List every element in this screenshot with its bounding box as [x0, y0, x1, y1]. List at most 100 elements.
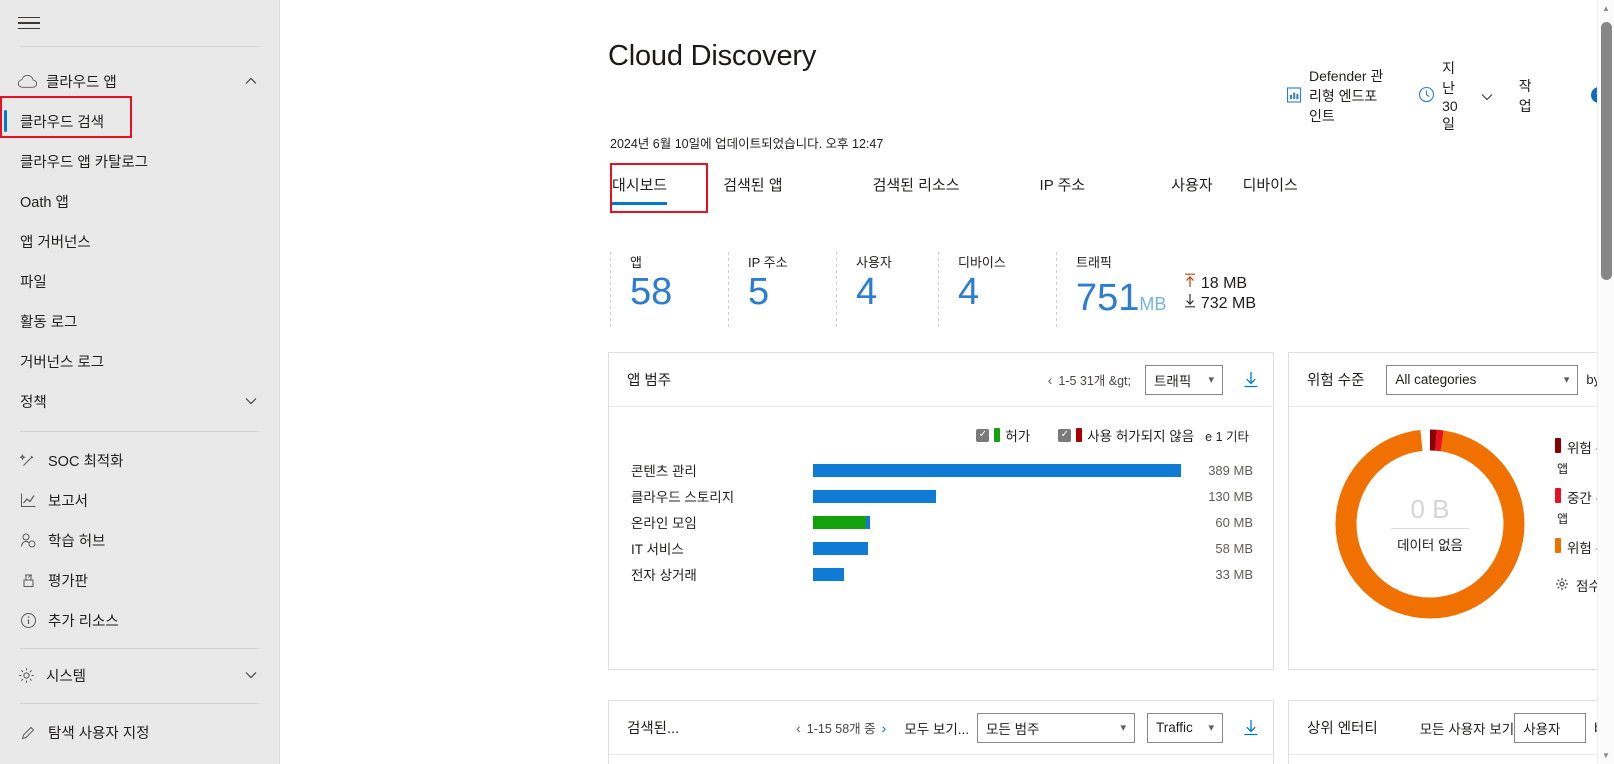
- sidebar-item-more-resources[interactable]: 추가 리소스: [0, 600, 279, 640]
- sidebar-item-reports[interactable]: 보고서: [0, 480, 279, 520]
- tab-ip-addresses[interactable]: IP 주소: [1038, 170, 1088, 205]
- bar-category-label: 전자 상거래: [631, 564, 813, 584]
- discovered-apps-title: 검색된...: [627, 717, 679, 738]
- bar-track: [813, 542, 1181, 555]
- kpi-value: 4: [958, 273, 1056, 313]
- cloud-icon: [18, 75, 44, 88]
- top-entities-view-all-label[interactable]: 모든 사용자 보기: [1420, 718, 1514, 738]
- sidebar-item-soc-optimization[interactable]: SOC 최적화: [0, 440, 279, 480]
- tab-label: IP 주소: [1040, 177, 1086, 194]
- info-circle-icon: [20, 612, 48, 629]
- sidebar-item-app-governance[interactable]: 앱 거버넌스: [0, 221, 279, 261]
- sidebar-item-trials[interactable]: 평가판: [0, 560, 279, 600]
- chevron-left-icon[interactable]: ‹: [796, 720, 801, 736]
- tab-label: 대시보드: [612, 177, 667, 194]
- traffic-download-value: 732 MB: [1201, 295, 1256, 312]
- app-categories-pagination: ‹ 1-5 31개 &gt;: [1048, 370, 1131, 389]
- tab-devices[interactable]: 디바이스: [1241, 170, 1300, 205]
- legend-item-permitted[interactable]: ✓ 허가: [976, 425, 1030, 445]
- checkbox-icon[interactable]: ✓: [1058, 429, 1071, 442]
- risk-donut-area: 0 B 데이터 없음 위험 수준이 높은 트래픽 앱 중간 위험의 트래픽: [1289, 407, 1614, 627]
- kpi-unit: MB: [1139, 294, 1166, 314]
- triangle-up-icon[interactable]: ▲: [1598, 0, 1614, 17]
- sidebar-group-policies[interactable]: 정책: [0, 381, 279, 421]
- bar-track: [813, 490, 1181, 503]
- wand-icon: [20, 452, 48, 469]
- discovered-metric-select[interactable]: Traffic ▾: [1147, 713, 1223, 743]
- tab-discovered-apps[interactable]: 검색된 앱: [721, 170, 784, 205]
- app-categories-download-button[interactable]: [1237, 371, 1259, 388]
- sidebar-item-activity-log[interactable]: 활동 로그: [0, 301, 279, 341]
- legend-swatch: [1555, 538, 1561, 553]
- donut-center-value: 0 B: [1327, 494, 1533, 525]
- chevron-down-icon[interactable]: [245, 671, 257, 679]
- top-entities-title: 상위 엔터티: [1307, 717, 1378, 738]
- kpi-label: 사용자: [856, 252, 938, 271]
- category-select-value: All categories: [1395, 372, 1476, 387]
- actions-button[interactable]: 작업: [1513, 72, 1538, 120]
- discovered-download-button[interactable]: [1237, 719, 1259, 736]
- sidebar-item-customize-navigation[interactable]: 탐색 사용자 지정: [0, 712, 279, 752]
- defender-endpoint-label: Defender 관리형 엔드포인트: [1309, 66, 1385, 126]
- kpi-apps: 앱 58: [610, 252, 728, 330]
- top-entities-entity-select[interactable]: 사용자: [1514, 713, 1586, 743]
- scrollbar-thumb[interactable]: [1601, 22, 1612, 280]
- time-range-button[interactable]: 지난 30일: [1412, 54, 1499, 138]
- kpi-traffic: 트래픽 751MB 18 MB: [1056, 252, 1356, 330]
- kpi-label: 앱: [630, 252, 728, 271]
- bar-row: 온라인 모임 60 MB: [631, 509, 1253, 535]
- kpi-value: 5: [748, 273, 836, 313]
- chevron-down-icon[interactable]: [1481, 88, 1493, 104]
- bar-value-label: 60 MB: [1181, 515, 1253, 530]
- discovered-category-select[interactable]: 모든 범주 ▾: [977, 713, 1135, 743]
- donut-center-sublabel: 데이터 없음: [1327, 534, 1533, 554]
- triangle-down-icon[interactable]: ▼: [1598, 747, 1614, 764]
- sidebar-item-learning-hub[interactable]: 학습 허브: [0, 520, 279, 560]
- tab-users[interactable]: 사용자: [1169, 170, 1214, 205]
- legend-label: 허가: [1005, 425, 1030, 445]
- actions-label: 작업: [1519, 76, 1532, 116]
- last-updated-text: 2024년 6월 10일에 업데이트되었습니다. 오후 12:47: [610, 133, 883, 152]
- person-book-icon: [20, 532, 48, 549]
- risk-category-select[interactable]: All categories ▾: [1386, 365, 1578, 395]
- sidebar-item-oauth-apps[interactable]: Oath 앱: [0, 181, 279, 221]
- chevron-down-icon[interactable]: [245, 397, 257, 405]
- kpi-label: IP 주소: [748, 252, 836, 271]
- sidebar-item-label: 클라우드 앱 카탈로그: [20, 151, 148, 172]
- entity-select-value: 사용자: [1523, 718, 1560, 738]
- defender-managed-endpoint-button[interactable]: Defender 관리형 엔드포인트: [1280, 62, 1391, 130]
- sidebar-divider-mid: [20, 431, 259, 432]
- app-categories-legend: ✓ 허가 ✓ 사용 허가되지 않음 e 1 기타: [609, 407, 1273, 453]
- bar-track: [813, 516, 1181, 529]
- tab-discovered-resources[interactable]: 검색된 리소스: [871, 170, 962, 205]
- sidebar-item-files[interactable]: 파일: [0, 261, 279, 301]
- sidebar-item-governance-log[interactable]: 거버넌스 로그: [0, 341, 279, 381]
- risk-level-title: 위험 수준: [1307, 369, 1364, 390]
- sidebar-group-system[interactable]: 시스템: [0, 655, 279, 695]
- chevron-up-icon[interactable]: [245, 77, 257, 85]
- sidebar-item-label: SOC 최적화: [48, 450, 123, 471]
- tab-dashboard[interactable]: 대시보드: [610, 170, 669, 205]
- sidebar-group-cloud-apps[interactable]: 클라우드 앱: [0, 61, 279, 101]
- tab-bar: 대시보드 검색된 앱 검색된 리소스 IP 주소 사용자 디바이스: [610, 170, 1300, 205]
- sidebar-item-cloud-discovery[interactable]: 클라우드 검색: [0, 101, 279, 141]
- top-entities-card-header: 상위 엔터티 모든 사용자 보기 사용자 by 트래픽: [1289, 701, 1614, 755]
- sidebar-item-cloud-app-catalog[interactable]: 클라우드 앱 카탈로그: [0, 141, 279, 181]
- bar-row: 전자 상거래 33 MB: [631, 561, 1253, 587]
- kpi-label: 디바이스: [958, 252, 1056, 271]
- discovered-view-all-label[interactable]: 모두 보기...: [904, 718, 969, 738]
- bar-segment-other: [813, 490, 936, 503]
- metric-select-value: 트래픽: [1154, 370, 1191, 390]
- app-categories-metric-select[interactable]: 트래픽 ▾: [1145, 365, 1223, 395]
- hamburger-icon[interactable]: [18, 8, 48, 38]
- bar-value-label: 389 MB: [1181, 463, 1253, 478]
- chevron-right-icon[interactable]: ›: [882, 720, 887, 736]
- sidebar-group-label: 정책: [20, 391, 47, 412]
- sidebar-item-label: 파일: [20, 271, 47, 292]
- legend-item-unsanctioned[interactable]: ✓ 사용 허가되지 않음 e 1 기타: [1058, 425, 1249, 445]
- chevron-left-icon[interactable]: ‹: [1048, 372, 1053, 388]
- page-scrollbar[interactable]: ▲ ▼: [1597, 0, 1614, 764]
- checkbox-icon[interactable]: ✓: [976, 429, 989, 442]
- traffic-download: 732 MB: [1184, 293, 1256, 313]
- pagination-text: 1-15 58개 중: [807, 718, 876, 737]
